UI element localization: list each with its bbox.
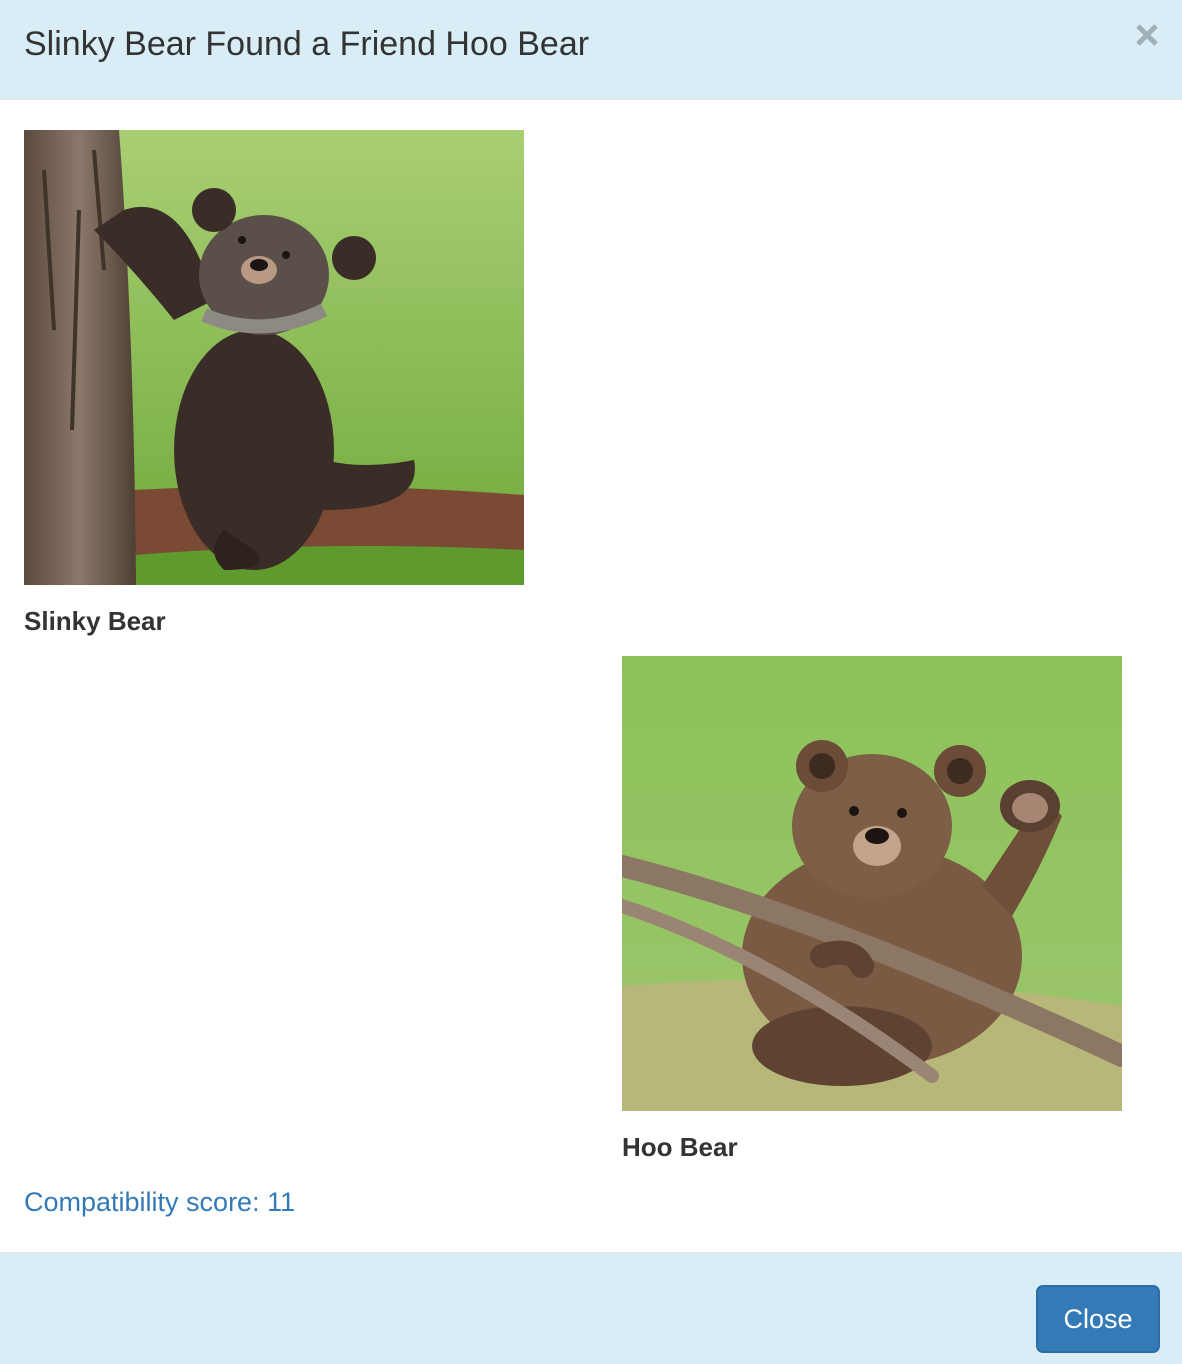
close-button[interactable]: Close (1036, 1285, 1160, 1353)
modal-title: Slinky Bear Found a Friend Hoo Bear (24, 25, 590, 63)
slinky-bear-photo (24, 130, 524, 585)
hoo-bear-photo (622, 656, 1122, 1111)
close-icon[interactable] (1134, 22, 1160, 48)
modal-body: Slinky Bear Hoo Bear Compatibility score… (0, 100, 1182, 1252)
match-name-hoo-bear: Hoo Bear (622, 1132, 738, 1162)
modal-header: Slinky Bear Found a Friend Hoo Bear (0, 0, 1182, 100)
modal-footer: Close (0, 1252, 1182, 1364)
match-name-slinky-bear: Slinky Bear (24, 606, 166, 636)
compatibility-score: Compatibility score: 11 (24, 1187, 296, 1217)
